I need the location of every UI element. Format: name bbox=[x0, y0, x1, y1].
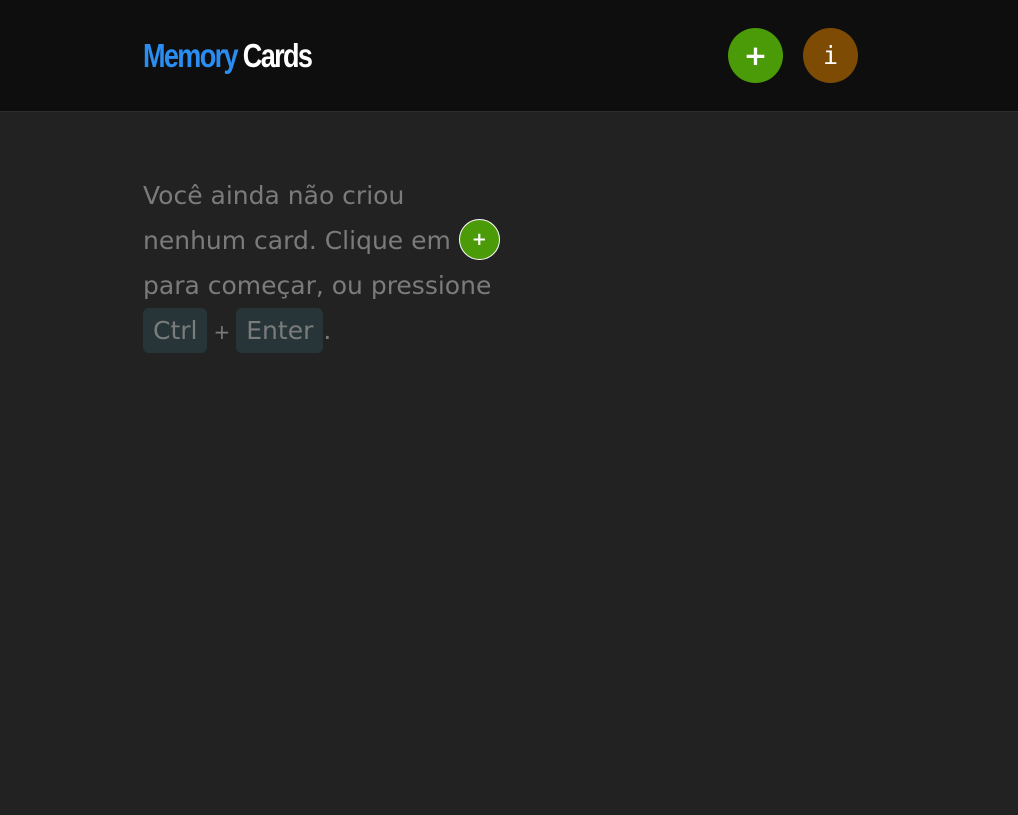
empty-text-before: Você ainda não criou nenhum card. Clique… bbox=[143, 181, 451, 255]
info-button[interactable]: i bbox=[803, 28, 858, 83]
add-card-button[interactable]: + bbox=[728, 28, 783, 83]
top-bar: Memory Cards + i bbox=[0, 0, 1018, 112]
logo-word-memory: Memory bbox=[143, 37, 239, 74]
kbd-plus-separator: + bbox=[213, 320, 231, 344]
empty-state-message: Você ainda não criou nenhum card. Clique… bbox=[143, 173, 503, 355]
empty-text-end: . bbox=[323, 316, 332, 345]
kbd-ctrl: Ctrl bbox=[143, 308, 208, 353]
logo-word-cards: Cards bbox=[242, 37, 313, 74]
plus-icon: + bbox=[743, 39, 768, 72]
kbd-enter: Enter bbox=[236, 308, 324, 353]
app-logo: Memory Cards bbox=[143, 34, 313, 78]
inline-add-button[interactable]: + bbox=[458, 218, 500, 260]
info-icon: i bbox=[822, 41, 839, 70]
plus-icon: + bbox=[471, 228, 487, 250]
empty-text-middle: para começar, ou pressione bbox=[143, 271, 492, 300]
